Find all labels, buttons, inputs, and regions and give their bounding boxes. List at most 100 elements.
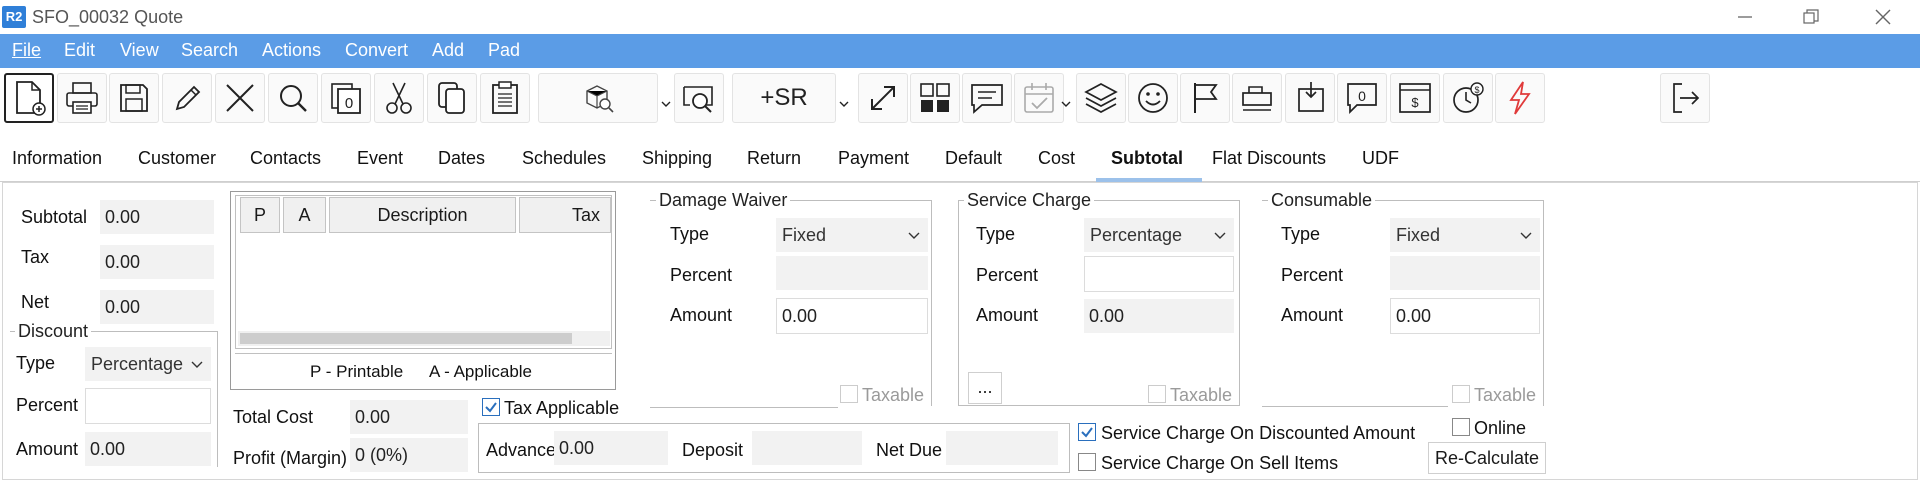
comment-zero-button[interactable]: 0 bbox=[1337, 73, 1387, 123]
sc-type-label: Type bbox=[976, 224, 1016, 244]
restore-icon bbox=[1803, 9, 1819, 24]
close-icon bbox=[1875, 9, 1891, 25]
edit-button[interactable] bbox=[162, 73, 212, 123]
discount-type-value: Percentage bbox=[91, 354, 184, 374]
import-button[interactable] bbox=[1285, 73, 1335, 123]
quick-action-button[interactable] bbox=[1495, 73, 1545, 123]
calendar-button[interactable] bbox=[1014, 73, 1064, 123]
sr-dropdown-icon[interactable] bbox=[839, 100, 849, 108]
copy-icon bbox=[438, 82, 465, 114]
menu-search[interactable]: Search bbox=[181, 40, 238, 61]
tab-flat-discounts[interactable]: Flat Discounts bbox=[1212, 148, 1326, 169]
col-header-printable[interactable]: P bbox=[240, 197, 280, 233]
search-button[interactable] bbox=[268, 73, 318, 123]
tab-schedules[interactable]: Schedules bbox=[522, 148, 606, 169]
paste-button[interactable] bbox=[480, 73, 530, 123]
new-document-icon bbox=[16, 81, 46, 116]
menu-pad[interactable]: Pad bbox=[488, 40, 520, 61]
col-header-description[interactable]: Description bbox=[329, 197, 516, 233]
comment-zero-icon: 0 bbox=[1347, 83, 1377, 115]
payment-history-button[interactable]: $ bbox=[1443, 73, 1493, 123]
copy-zero-button[interactable]: 0 bbox=[321, 73, 371, 123]
tab-default[interactable]: Default bbox=[945, 148, 1002, 169]
pencil-icon bbox=[175, 85, 201, 111]
dw-type-select[interactable]: Fixed bbox=[776, 218, 928, 252]
tab-event[interactable]: Event bbox=[357, 148, 403, 169]
chevron-down-icon bbox=[1520, 232, 1532, 239]
discount-type-label: Type bbox=[16, 353, 56, 373]
deposit-field bbox=[752, 431, 862, 465]
print-button[interactable] bbox=[57, 73, 107, 123]
tab-cost[interactable]: Cost bbox=[1038, 148, 1075, 169]
tab-dates[interactable]: Dates bbox=[438, 148, 485, 169]
menu-edit[interactable]: Edit bbox=[64, 40, 95, 61]
sc-discounted-checkbox[interactable] bbox=[1078, 423, 1096, 441]
tab-information[interactable]: Information bbox=[12, 148, 102, 169]
tab-shipping[interactable]: Shipping bbox=[642, 148, 712, 169]
sc-sell-items-label: Service Charge On Sell Items bbox=[1101, 453, 1339, 473]
copy-button[interactable] bbox=[427, 73, 477, 123]
grid-button[interactable] bbox=[910, 73, 960, 123]
notes-button[interactable] bbox=[962, 73, 1012, 123]
minimize-button[interactable] bbox=[1716, 0, 1774, 34]
smiley-button[interactable] bbox=[1128, 73, 1178, 123]
cons-type-label: Type bbox=[1281, 224, 1321, 244]
delete-button[interactable] bbox=[215, 73, 265, 123]
inventory-lookup-button[interactable] bbox=[538, 73, 658, 123]
calendar-dropdown-icon[interactable] bbox=[1061, 100, 1071, 108]
tax-grid-scrollbar[interactable] bbox=[238, 331, 610, 346]
menu-actions[interactable]: Actions bbox=[262, 40, 321, 61]
scrollbar-thumb[interactable] bbox=[240, 333, 572, 344]
tab-return[interactable]: Return bbox=[747, 148, 801, 169]
col-header-tax[interactable]: Tax bbox=[519, 197, 611, 233]
tax-applicable-checkbox[interactable] bbox=[482, 398, 500, 416]
exit-button[interactable] bbox=[1660, 73, 1710, 123]
advance-field: 0.00 bbox=[554, 431, 668, 465]
cut-button[interactable] bbox=[374, 73, 424, 123]
add-sr-button[interactable]: +SR bbox=[732, 73, 836, 123]
invoice-button[interactable]: $ bbox=[1390, 73, 1440, 123]
menu-view[interactable]: View bbox=[120, 40, 159, 61]
discount-type-select[interactable]: Percentage bbox=[85, 347, 211, 381]
dw-taxable-checkbox[interactable] bbox=[840, 385, 858, 403]
box-arrow-icon bbox=[1298, 82, 1324, 112]
subtotal-label: Subtotal bbox=[21, 207, 88, 227]
dw-amount-input[interactable]: 0.00 bbox=[776, 298, 928, 334]
cons-type-select[interactable]: Fixed bbox=[1390, 218, 1540, 252]
profit-label: Profit (Margin) bbox=[233, 448, 348, 468]
screen-search-button[interactable] bbox=[674, 73, 724, 123]
sc-type-select[interactable]: Percentage bbox=[1084, 218, 1234, 252]
window-title: SFO_00032 Quote bbox=[32, 7, 184, 27]
menu-file[interactable]: File bbox=[12, 40, 41, 61]
sc-sell-items-checkbox[interactable] bbox=[1078, 453, 1096, 471]
inventory-dropdown-icon[interactable] bbox=[661, 100, 671, 108]
close-button[interactable] bbox=[1854, 0, 1912, 34]
discount-percent-input[interactable] bbox=[85, 388, 211, 424]
recalculate-button[interactable]: Re-Calculate bbox=[1428, 442, 1546, 474]
save-button[interactable] bbox=[109, 73, 159, 123]
restore-button[interactable] bbox=[1782, 0, 1840, 34]
tab-subtotal[interactable]: Subtotal bbox=[1111, 148, 1183, 169]
sc-taxable-checkbox[interactable] bbox=[1148, 385, 1166, 403]
layers-button[interactable] bbox=[1076, 73, 1126, 123]
menu-add[interactable]: Add bbox=[432, 40, 464, 61]
new-document-button[interactable] bbox=[4, 73, 54, 123]
cons-taxable-checkbox[interactable] bbox=[1452, 385, 1470, 403]
cons-amount-input[interactable]: 0.00 bbox=[1390, 298, 1540, 334]
menu-bar: File Edit View Search Actions Convert Ad… bbox=[0, 34, 1920, 68]
tab-udf[interactable]: UDF bbox=[1362, 148, 1399, 169]
expand-button[interactable] bbox=[858, 73, 908, 123]
online-checkbox[interactable] bbox=[1452, 418, 1470, 436]
tab-contacts[interactable]: Contacts bbox=[250, 148, 321, 169]
menu-convert[interactable]: Convert bbox=[345, 40, 408, 61]
flag-button[interactable] bbox=[1180, 73, 1230, 123]
dw-taxable-label: Taxable bbox=[862, 385, 925, 405]
sc-percent-input[interactable] bbox=[1084, 256, 1234, 292]
tab-customer[interactable]: Customer bbox=[138, 148, 216, 169]
lightning-icon bbox=[1509, 81, 1531, 115]
col-header-applicable[interactable]: A bbox=[283, 197, 326, 233]
sign-button[interactable] bbox=[1232, 73, 1282, 123]
sc-more-button[interactable]: ... bbox=[968, 372, 1002, 404]
cons-percent-label: Percent bbox=[1281, 265, 1344, 285]
tab-payment[interactable]: Payment bbox=[838, 148, 909, 169]
